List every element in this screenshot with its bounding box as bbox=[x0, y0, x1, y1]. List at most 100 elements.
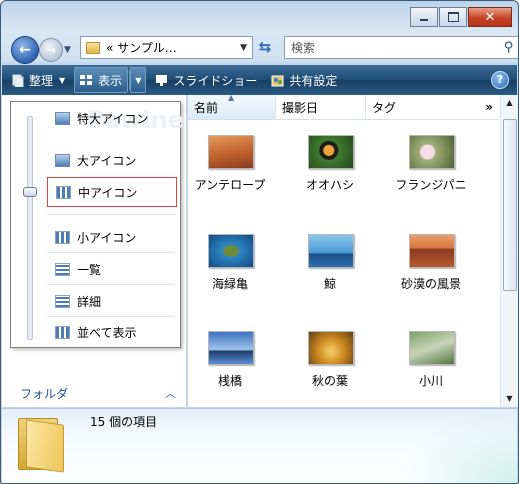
slideshow-label: スライドショー bbox=[173, 73, 258, 88]
large-icons-icon bbox=[55, 153, 70, 167]
menu-item-label: 並べて表示 bbox=[77, 325, 137, 340]
file-item-frangipani[interactable]: フランジパニ bbox=[389, 135, 479, 215]
file-thumbnail bbox=[308, 135, 354, 169]
menu-item-medium-icons[interactable]: 中アイコン bbox=[47, 177, 177, 207]
column-label: 名前 bbox=[194, 100, 219, 115]
menu-item-small-icons[interactable]: 小アイコン bbox=[47, 223, 175, 251]
sort-ascending-icon: ▲ bbox=[228, 93, 235, 102]
search-icon[interactable]: ⚲ bbox=[504, 40, 514, 55]
menu-separator bbox=[47, 316, 175, 317]
menu-item-label: 一覧 bbox=[77, 262, 102, 277]
views-label: 表示 bbox=[98, 73, 123, 88]
folders-label: フォルダ bbox=[20, 386, 69, 401]
file-thumbnail bbox=[208, 135, 254, 169]
chevron-down-icon: ▼ bbox=[59, 75, 66, 85]
share-button[interactable]: 共有設定 bbox=[266, 68, 342, 92]
back-arrow-icon: ← bbox=[19, 42, 31, 58]
views-icon bbox=[80, 74, 93, 85]
column-header-name[interactable]: ▲ 名前 bbox=[188, 93, 276, 119]
scroll-down-button[interactable]: ▼ bbox=[502, 391, 517, 407]
file-item-whale[interactable]: 鯨 bbox=[288, 234, 378, 314]
forward-button[interactable]: → bbox=[39, 38, 63, 62]
slideshow-button[interactable]: スライドショー bbox=[150, 68, 262, 92]
maximize-button[interactable] bbox=[439, 7, 467, 27]
menu-item-label: 中アイコン bbox=[78, 185, 138, 200]
file-item-desert-landscape[interactable]: 砂漠の風景 bbox=[389, 234, 479, 314]
menu-item-label: 詳細 bbox=[77, 294, 102, 309]
menu-item-list[interactable]: 一覧 bbox=[47, 255, 175, 283]
decorative-swoosh bbox=[397, 409, 517, 483]
recent-pages-dropdown[interactable]: ▼ bbox=[64, 45, 71, 55]
minimize-icon bbox=[420, 19, 428, 21]
caption-buttons: ✕ bbox=[409, 7, 512, 27]
menu-item-large-icons[interactable]: 大アイコン bbox=[47, 146, 175, 174]
menu-item-extra-large-icons[interactable]: 特大アイコン bbox=[47, 104, 175, 132]
menu-item-details[interactable]: 詳細 bbox=[47, 287, 175, 315]
views-button[interactable]: 表示 bbox=[74, 67, 129, 93]
scrollbar-thumb[interactable] bbox=[503, 119, 517, 291]
file-thumbnail bbox=[208, 331, 254, 365]
details-icon bbox=[55, 294, 70, 308]
medium-icons-icon bbox=[56, 185, 71, 199]
back-button[interactable]: ← bbox=[11, 36, 39, 64]
folders-toggle[interactable]: フォルダ ︿ bbox=[2, 379, 186, 407]
address-bar[interactable]: « サンプル… ▼ bbox=[80, 36, 253, 59]
menu-item-label: 特大アイコン bbox=[77, 111, 149, 126]
tiles-icon bbox=[55, 325, 70, 339]
file-item-sea-turtle[interactable]: 海緑亀 bbox=[188, 234, 278, 314]
menu-item-tiles[interactable]: 並べて表示 bbox=[47, 318, 175, 346]
menu-item-label: 小アイコン bbox=[77, 230, 137, 245]
file-name: 小川 bbox=[418, 374, 443, 388]
column-header-tags[interactable]: タグ » bbox=[366, 95, 499, 119]
slideshow-icon bbox=[156, 74, 168, 86]
scroll-up-button[interactable]: ▲ bbox=[502, 95, 517, 111]
file-thumbnail bbox=[308, 234, 354, 268]
file-item-stream[interactable]: 小川 bbox=[389, 331, 479, 411]
organize-button[interactable]: 整理 ▼ bbox=[6, 68, 70, 92]
file-item-antelope[interactable]: アンテロープ bbox=[188, 135, 278, 215]
file-name: 砂漠の風景 bbox=[400, 277, 461, 291]
search-input[interactable]: 検索 ⚲ bbox=[284, 36, 518, 59]
vertical-scrollbar[interactable]: ▲ ▼ bbox=[500, 95, 518, 407]
organize-icon bbox=[12, 74, 24, 87]
views-dropdown-button[interactable]: ▼ bbox=[130, 67, 147, 93]
icon-size-slider-thumb[interactable] bbox=[23, 187, 37, 197]
file-name: 桟橋 bbox=[217, 374, 242, 388]
share-icon bbox=[271, 75, 284, 86]
close-button[interactable]: ✕ bbox=[468, 7, 512, 27]
file-name: 海緑亀 bbox=[211, 277, 248, 291]
close-icon: ✕ bbox=[484, 9, 496, 25]
minimize-button[interactable] bbox=[410, 7, 438, 27]
file-thumbnail bbox=[208, 234, 254, 268]
organize-label: 整理 bbox=[29, 73, 54, 88]
help-icon: ? bbox=[496, 73, 504, 86]
file-item-autumn-leaves[interactable]: 秋の葉 bbox=[288, 331, 378, 411]
file-name: 秋の葉 bbox=[311, 374, 348, 388]
file-item-toucan[interactable]: オオハシ bbox=[288, 135, 378, 215]
menu-separator bbox=[47, 252, 175, 253]
icon-size-slider-track[interactable] bbox=[27, 116, 33, 340]
file-item-pier[interactable]: 桟橋 bbox=[188, 331, 278, 411]
item-count: 15 個の項目 bbox=[90, 415, 158, 429]
file-name: アンテロープ bbox=[194, 178, 266, 192]
extra-large-icons-icon bbox=[55, 111, 70, 125]
menu-separator bbox=[47, 284, 175, 285]
command-bar: 整理 ▼ 表示 ▼ スライドショー 共有設定 ? bbox=[2, 65, 517, 95]
view-size-menu: Pawine 特大アイコン 大アイコン 中アイコン 小アイコン 一覧 詳細 並べ… bbox=[10, 101, 184, 348]
menu-item-label: 大アイコン bbox=[77, 153, 137, 168]
file-thumbnail bbox=[308, 331, 354, 365]
refresh-button[interactable]: ⇆ bbox=[256, 38, 274, 56]
address-dropdown-icon[interactable]: ▼ bbox=[240, 43, 247, 53]
menu-separator bbox=[47, 214, 175, 215]
explorer-window: ✕ ← → ▼ « サンプル… ▼ ⇆ 検索 ⚲ 整理 ▼ 表示 ▼ スライドシ… bbox=[0, 0, 519, 484]
more-columns-button[interactable]: » bbox=[485, 100, 493, 114]
file-name: オオハシ bbox=[305, 178, 354, 192]
file-thumbnail bbox=[409, 135, 455, 169]
share-label: 共有設定 bbox=[289, 73, 338, 88]
search-placeholder: 検索 bbox=[291, 41, 316, 55]
column-header-date-taken[interactable]: 撮影日 bbox=[276, 95, 366, 119]
small-icons-icon bbox=[55, 230, 70, 244]
help-button[interactable]: ? bbox=[491, 71, 509, 89]
folder-icon bbox=[18, 416, 64, 473]
address-text: « サンプル… bbox=[106, 41, 177, 55]
